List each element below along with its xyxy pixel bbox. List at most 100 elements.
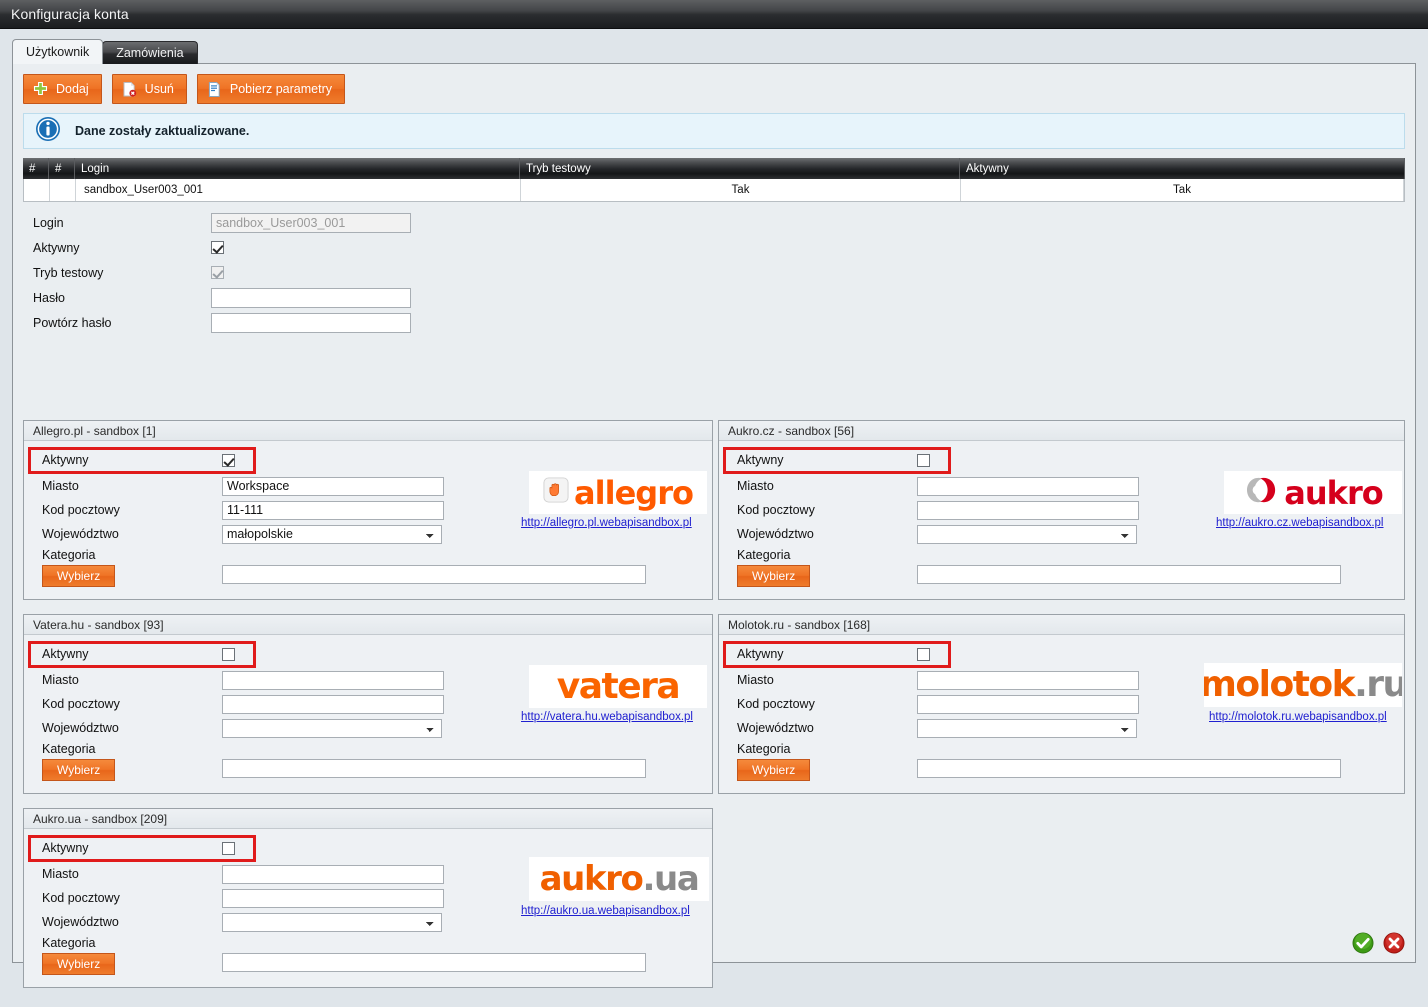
grid-header-num1[interactable]: #	[23, 158, 49, 179]
info-icon	[35, 116, 61, 147]
active-checkbox[interactable]	[211, 241, 224, 254]
vatera-choose-category-button[interactable]: Wybierz	[42, 759, 116, 781]
molotok-choose-category-button[interactable]: Wybierz	[737, 759, 811, 781]
aukro-ua-active-checkbox[interactable]	[222, 841, 235, 855]
molotok-province-row: Województwo	[737, 718, 1137, 738]
info-bar: Dane zostały zaktualizowane.	[23, 113, 1405, 149]
molotok-postcode-input[interactable]	[917, 694, 1139, 714]
grid-cell-num2	[50, 179, 76, 201]
login-input[interactable]	[211, 212, 411, 233]
aukro-ua-category-input[interactable]	[222, 953, 646, 972]
molotok-city-row: Miasto	[737, 670, 1139, 690]
form-row-login: Login	[23, 210, 411, 235]
marketplace-aukro-ua-body: Aktywny Miasto Kod pocztowy Województwo	[24, 829, 712, 987]
footer-actions	[1352, 932, 1405, 954]
accounts-grid: # # Login Tryb testowy Aktywny sandbox_U…	[23, 158, 1405, 202]
vatera-city-row: Miasto	[42, 670, 444, 690]
allegro-city-input[interactable]	[222, 476, 444, 496]
aukro-ua-choose-category-label: Wybierz	[57, 957, 101, 971]
allegro-choose-category-button[interactable]: Wybierz	[42, 565, 116, 587]
molotok-active-row: Aktywny	[737, 644, 930, 664]
marketplace-panel-allegro: Allegro.pl - sandbox [1] Aktywny Miasto …	[23, 420, 713, 600]
allegro-province-select[interactable]: małopolskie	[222, 524, 442, 544]
allegro-postcode-input[interactable]	[222, 500, 444, 520]
aukro-cz-city-input[interactable]	[917, 476, 1139, 496]
aukro-ua-city-input[interactable]	[222, 864, 444, 884]
delete-button[interactable]: Usuń	[111, 74, 187, 104]
aukro-cz-active-label: Aktywny	[737, 453, 784, 467]
molotok-wordmark-suffix: .ru	[1354, 664, 1402, 705]
add-button-label: Dodaj	[56, 82, 89, 96]
vatera-category-input[interactable]	[222, 759, 646, 778]
allegro-hand-icon	[543, 477, 569, 508]
table-row[interactable]: sandbox_User003_001 Tak Tak	[23, 179, 1405, 202]
allegro-category-input[interactable]	[222, 565, 646, 584]
vatera-province-select[interactable]	[222, 718, 442, 738]
window-titlebar: Konfiguracja konta	[0, 0, 1428, 29]
vatera-province-label: Województwo	[42, 721, 119, 735]
password-repeat-label: Powtórz hasło	[33, 315, 112, 330]
info-message: Dane zostały zaktualizowane.	[75, 124, 250, 138]
aukro-ua-choose-category-button[interactable]: Wybierz	[42, 953, 116, 975]
vatera-link[interactable]: http://vatera.hu.webapisandbox.pl	[521, 711, 693, 723]
aukro-ua-link[interactable]: http://aukro.ua.webapisandbox.pl	[521, 905, 690, 917]
aukro-cz-active-checkbox[interactable]	[917, 453, 930, 467]
molotok-city-label: Miasto	[737, 673, 774, 687]
grid-cell-test-mode: Tak	[521, 179, 961, 201]
aukro-ua-wordmark: aukro	[539, 859, 644, 899]
allegro-city-row: Miasto	[42, 476, 444, 496]
test-mode-label: Tryb testowy	[33, 265, 104, 280]
marketplace-panel-aukro-ua: Aukro.ua - sandbox [209] Aktywny Miasto …	[23, 808, 713, 988]
molotok-category-input[interactable]	[917, 759, 1341, 778]
form-row-test-mode: Tryb testowy	[23, 260, 411, 285]
vatera-city-label: Miasto	[42, 673, 79, 687]
vatera-postcode-input[interactable]	[222, 694, 444, 714]
vatera-choose-category-label: Wybierz	[57, 763, 101, 777]
add-button[interactable]: Dodaj	[23, 74, 102, 104]
tab-zamowienia-label: Zamówienia	[116, 46, 184, 60]
aukro-cz-province-select[interactable]	[917, 524, 1137, 544]
vatera-city-input[interactable]	[222, 670, 444, 690]
aukro-ua-logo: aukro .ua	[529, 857, 709, 901]
account-configuration-window: Konfiguracja konta Użytkownik Zamówienia	[0, 0, 1428, 1007]
grid-header-login[interactable]: Login	[75, 158, 520, 179]
aukro-ua-province-select[interactable]	[222, 912, 442, 932]
tab-uzytkownik[interactable]: Użytkownik	[12, 39, 104, 64]
allegro-link[interactable]: http://allegro.pl.webapisandbox.pl	[521, 517, 692, 529]
vatera-active-checkbox[interactable]	[222, 647, 235, 661]
password-repeat-input[interactable]	[211, 312, 411, 333]
tab-uzytkownik-label: Użytkownik	[26, 45, 90, 59]
password-input[interactable]	[211, 287, 411, 308]
aukro-ua-active-row: Aktywny	[42, 838, 235, 858]
vatera-province-row: Województwo	[42, 718, 442, 738]
molotok-postcode-row: Kod pocztowy	[737, 694, 1139, 714]
tab-content-panel: Dodaj Usuń Pobierz parametry Dane został…	[12, 63, 1416, 988]
aukro-ua-postcode-input[interactable]	[222, 888, 444, 908]
molotok-choose-category-label: Wybierz	[752, 763, 796, 777]
allegro-postcode-label: Kod pocztowy	[42, 503, 120, 517]
vatera-postcode-label: Kod pocztowy	[42, 697, 120, 711]
aukro-cz-postcode-input[interactable]	[917, 500, 1139, 520]
allegro-province-label: Województwo	[42, 527, 119, 541]
check-circle-icon[interactable]	[1352, 932, 1374, 954]
molotok-city-input[interactable]	[917, 670, 1139, 690]
aukro-ua-province-row: Województwo	[42, 912, 442, 932]
grid-header-num2[interactable]: #	[49, 158, 75, 179]
marketplace-panel-molotok: Molotok.ru - sandbox [168] Aktywny Miast…	[718, 614, 1405, 794]
molotok-province-select[interactable]	[917, 718, 1137, 738]
aukro-cz-choose-category-button[interactable]: Wybierz	[737, 565, 811, 587]
active-label: Aktywny	[33, 240, 80, 255]
vatera-logo: vatera	[529, 665, 707, 708]
molotok-link[interactable]: http://molotok.ru.webapisandbox.pl	[1209, 711, 1387, 723]
marketplace-aukro-cz-body: Aktywny Miasto Kod pocztowy Województwo	[719, 441, 1404, 599]
aukro-cz-link[interactable]: http://aukro.cz.webapisandbox.pl	[1216, 517, 1384, 529]
allegro-active-checkbox[interactable]	[222, 453, 235, 467]
tab-zamowienia[interactable]: Zamówienia	[102, 41, 198, 64]
molotok-active-checkbox[interactable]	[917, 647, 930, 661]
close-circle-icon[interactable]	[1383, 932, 1405, 954]
fetch-parameters-button[interactable]: Pobierz parametry	[196, 74, 345, 104]
aukro-cz-category-input[interactable]	[917, 565, 1341, 584]
grid-header-test-mode[interactable]: Tryb testowy	[520, 158, 960, 179]
aukro-ua-category-label: Kategoria	[42, 936, 96, 950]
grid-header-active[interactable]: Aktywny	[960, 158, 1405, 179]
